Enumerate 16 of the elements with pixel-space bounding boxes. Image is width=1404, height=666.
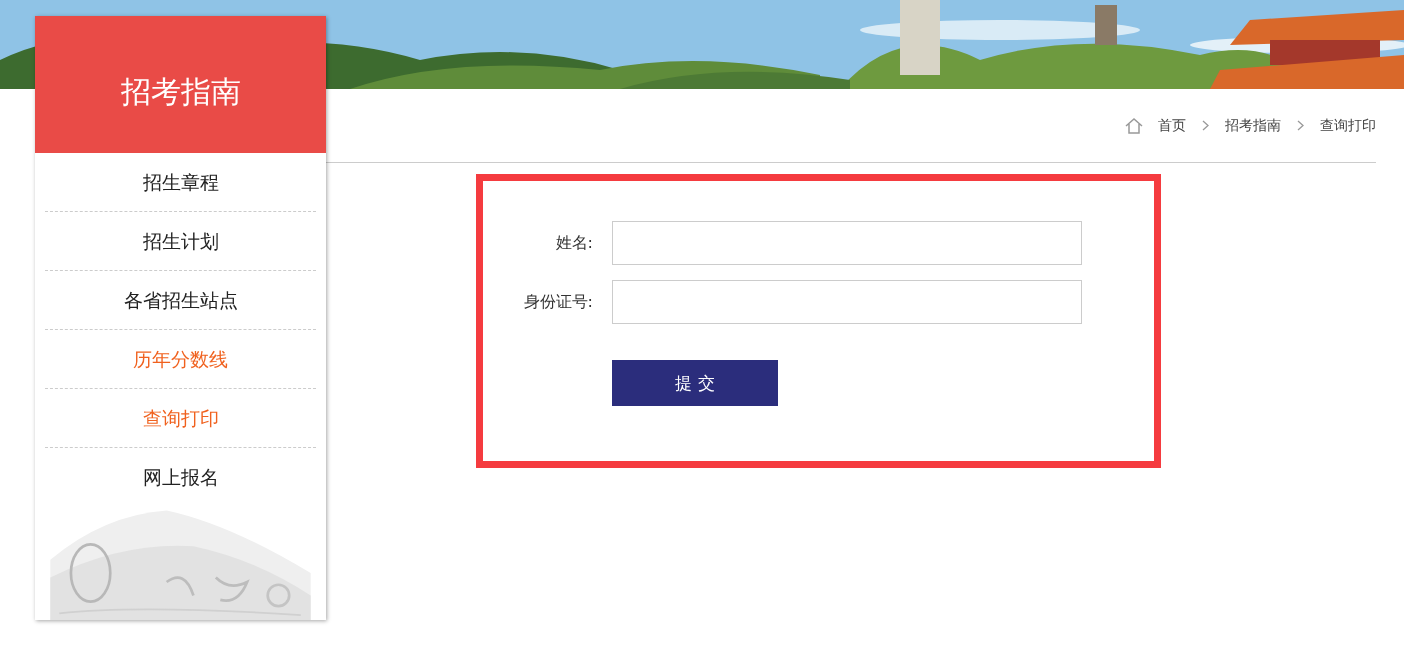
breadcrumb-link[interactable]: 首页 [1158, 116, 1186, 135]
sidebar-item[interactable]: 招生计划 [45, 211, 316, 271]
submit-button[interactable]: 提 交 [612, 360, 778, 406]
sidebar-title: 招考指南 [120, 73, 241, 111]
field-label: 身份证号: [522, 291, 593, 313]
sidebar-item[interactable]: 网上报名 [45, 447, 316, 506]
input-field[interactable] [612, 221, 1082, 265]
home-icon[interactable] [1124, 116, 1144, 135]
chevron-icon [1297, 120, 1304, 131]
breadcrumb-link[interactable]: 查询打印 [1320, 116, 1376, 135]
input-field[interactable] [612, 280, 1082, 324]
sidebar-item[interactable]: 各省招生站点 [45, 270, 316, 330]
breadcrumb-link[interactable]: 招考指南 [1225, 116, 1281, 135]
field-label: 姓名: [554, 232, 593, 254]
chevron-icon [1202, 120, 1209, 131]
sidebar-item[interactable]: 招生章程 [45, 152, 316, 212]
